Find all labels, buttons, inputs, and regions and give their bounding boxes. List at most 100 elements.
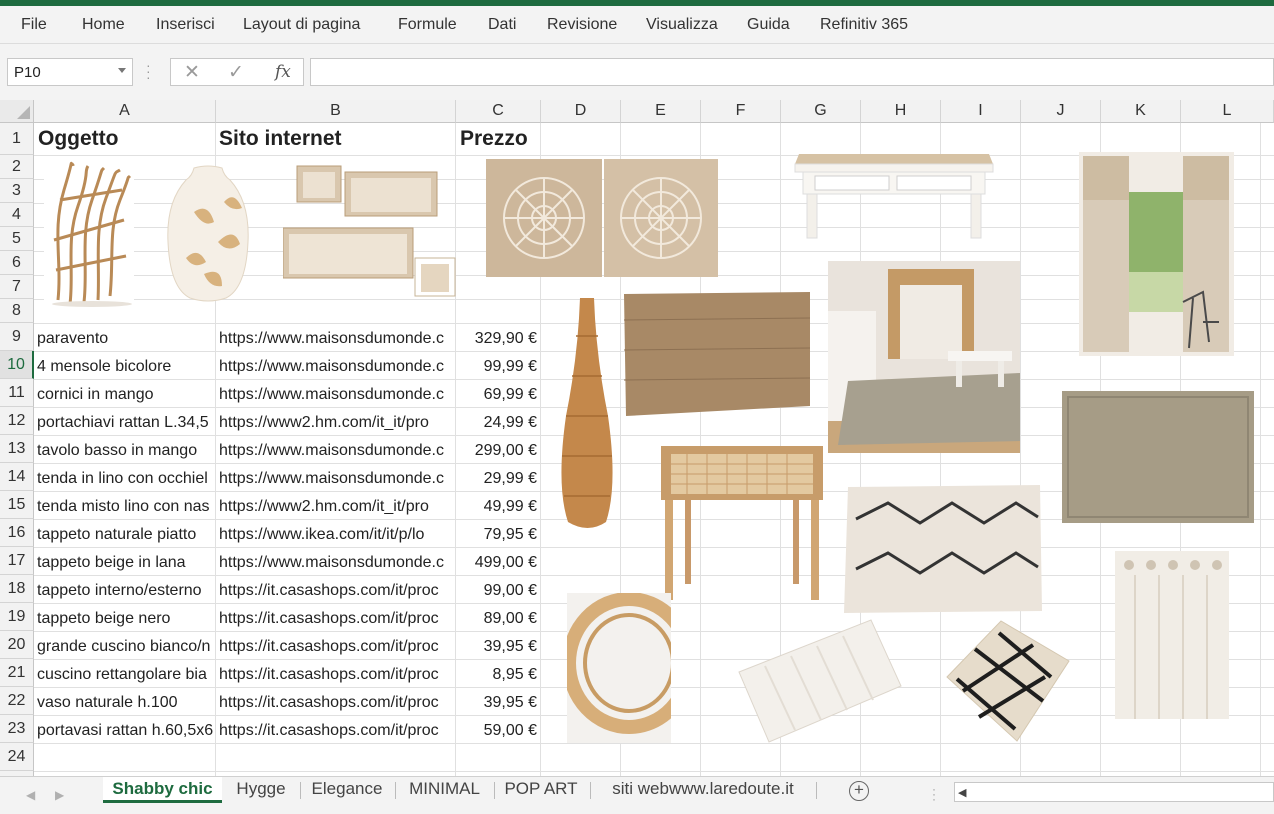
select-all-corner[interactable] bbox=[0, 100, 34, 123]
row-header-24[interactable]: 24 bbox=[0, 743, 34, 771]
cell-item[interactable]: cuscino rettangolare bia bbox=[34, 661, 215, 689]
column-header-i[interactable]: I bbox=[941, 100, 1021, 123]
column-header-a[interactable]: A bbox=[34, 100, 216, 123]
wall-shelves-image[interactable] bbox=[283, 162, 458, 300]
cell-url[interactable]: https://www.ikea.com/it/it/p/lo bbox=[216, 521, 455, 549]
row-header-16[interactable]: 16 bbox=[0, 519, 34, 547]
insert-function-icon[interactable]: fx bbox=[275, 62, 291, 82]
column-header-e[interactable]: E bbox=[621, 100, 701, 123]
column-header-l[interactable]: L bbox=[1181, 100, 1274, 123]
row-header-2[interactable]: 2 bbox=[0, 155, 34, 179]
cell-url[interactable]: https://it.casashops.com/it/proc bbox=[216, 633, 455, 661]
column-header-c[interactable]: C bbox=[456, 100, 541, 123]
add-sheet-button[interactable]: + bbox=[849, 781, 869, 801]
tab-hygge[interactable]: Hygge bbox=[224, 777, 298, 803]
rectangular-cushion-image[interactable] bbox=[735, 618, 903, 746]
chevron-down-icon[interactable] bbox=[118, 68, 126, 73]
cell-price[interactable]: 39,95 € bbox=[456, 689, 541, 717]
row-header-21[interactable]: 21 bbox=[0, 659, 34, 687]
cell-price[interactable]: 24,99 € bbox=[456, 409, 541, 437]
cell-url[interactable]: https://it.casashops.com/it/proc bbox=[216, 605, 455, 633]
column-header-k[interactable]: K bbox=[1101, 100, 1181, 123]
column-header-j[interactable]: J bbox=[1021, 100, 1101, 123]
cell-price[interactable]: 79,95 € bbox=[456, 521, 541, 549]
header-cell-item[interactable]: Oggetto bbox=[35, 123, 215, 155]
row-header-22[interactable]: 22 bbox=[0, 687, 34, 715]
row-header-19[interactable]: 19 bbox=[0, 603, 34, 631]
scroll-tabs-right-icon[interactable]: ▶ bbox=[55, 788, 64, 802]
cell-item[interactable]: tenda in lino con occhiel bbox=[34, 465, 215, 493]
cell-price[interactable]: 59,00 € bbox=[456, 717, 541, 745]
cell-price[interactable]: 329,90 € bbox=[456, 325, 541, 353]
scroll-left-icon[interactable]: ◀ bbox=[958, 786, 966, 799]
rattan-planter-image[interactable] bbox=[657, 440, 827, 602]
cell-item[interactable]: tappeto beige nero bbox=[34, 605, 215, 633]
drag-handle-icon[interactable]: · · · bbox=[146, 58, 151, 84]
row-header-4[interactable]: 4 bbox=[0, 203, 34, 227]
cell-url[interactable]: https://www.maisonsdumonde.c bbox=[216, 437, 455, 465]
row-header-13[interactable]: 13 bbox=[0, 435, 34, 463]
cell-item[interactable]: cornici in mango bbox=[34, 381, 215, 409]
check-icon[interactable]: ✓ bbox=[228, 61, 244, 84]
cell-price[interactable]: 8,95 € bbox=[456, 661, 541, 689]
cell-url[interactable]: https://it.casashops.com/it/proc bbox=[216, 661, 455, 689]
row-header-15[interactable]: 15 bbox=[0, 491, 34, 519]
menu-data[interactable]: Dati bbox=[488, 16, 516, 34]
column-header-d[interactable]: D bbox=[541, 100, 621, 123]
natural-rug-image[interactable] bbox=[622, 290, 812, 422]
cell-item[interactable]: portavasi rattan h.60,5x6 bbox=[34, 717, 215, 745]
coffee-table-image[interactable] bbox=[791, 152, 997, 240]
tab-pop-art[interactable]: POP ART bbox=[496, 777, 586, 803]
cell-price[interactable]: 99,00 € bbox=[456, 577, 541, 605]
cell-item[interactable]: grande cuscino bianco/n bbox=[34, 633, 215, 661]
menu-page-layout[interactable]: Layout di pagina bbox=[243, 16, 360, 34]
row-header-8[interactable]: 8 bbox=[0, 299, 34, 323]
cell-url[interactable]: https://www.maisonsdumonde.c bbox=[216, 353, 455, 381]
cell-item[interactable]: portachiavi rattan L.34,5 bbox=[34, 409, 215, 437]
black-white-cushion-image[interactable] bbox=[939, 617, 1073, 743]
tab-shabby-chic[interactable]: Shabby chic bbox=[103, 777, 222, 803]
tab-elegance[interactable]: Elegance bbox=[302, 777, 392, 803]
cell-price[interactable]: 39,95 € bbox=[456, 633, 541, 661]
cell-item[interactable]: tavolo basso in mango bbox=[34, 437, 215, 465]
cell-item[interactable]: 4 mensole bicolore bbox=[34, 353, 215, 381]
menu-review[interactable]: Revisione bbox=[547, 16, 617, 34]
cell-item[interactable]: tenda misto lino con nas bbox=[34, 493, 215, 521]
menu-insert[interactable]: Inserisci bbox=[156, 16, 215, 34]
cell-url[interactable]: https://www.maisonsdumonde.c bbox=[216, 381, 455, 409]
column-header-h[interactable]: H bbox=[861, 100, 941, 123]
cell-price[interactable]: 89,00 € bbox=[456, 605, 541, 633]
column-header-g[interactable]: G bbox=[781, 100, 861, 123]
cell-price[interactable]: 49,99 € bbox=[456, 493, 541, 521]
cell-url[interactable]: https://www2.hm.com/it_it/pro bbox=[216, 409, 455, 437]
row-header-11[interactable]: 11 bbox=[0, 379, 34, 407]
scroll-tabs-left-icon[interactable]: ◀ bbox=[26, 788, 35, 802]
row-header-20[interactable]: 20 bbox=[0, 631, 34, 659]
row-header-5[interactable]: 5 bbox=[0, 227, 34, 251]
cell-url[interactable]: https://www.maisonsdumonde.c bbox=[216, 325, 455, 353]
row-header-6[interactable]: 6 bbox=[0, 251, 34, 275]
cell-item[interactable]: vaso naturale h.100 bbox=[34, 689, 215, 717]
row-header-17[interactable]: 17 bbox=[0, 547, 34, 575]
row-header-14[interactable]: 14 bbox=[0, 463, 34, 491]
menu-help[interactable]: Guida bbox=[747, 16, 790, 34]
beige-wool-rug-image[interactable] bbox=[842, 483, 1044, 615]
cell-url[interactable]: https://www.maisonsdumonde.c bbox=[216, 465, 455, 493]
cell-url[interactable]: https://it.casashops.com/it/proc bbox=[216, 689, 455, 717]
cell-item[interactable]: tappeto beige in lana bbox=[34, 549, 215, 577]
horizontal-scrollbar[interactable]: ◀ bbox=[954, 782, 1274, 802]
cell-price[interactable]: 299,00 € bbox=[456, 437, 541, 465]
formula-input[interactable] bbox=[310, 58, 1274, 86]
cell-price[interactable]: 69,99 € bbox=[456, 381, 541, 409]
cell-url[interactable]: https://it.casashops.com/it/proc bbox=[216, 577, 455, 605]
row-header-12[interactable]: 12 bbox=[0, 407, 34, 435]
ceramic-vase-image[interactable] bbox=[164, 162, 252, 302]
living-room-image[interactable] bbox=[828, 261, 1020, 453]
cell-url[interactable]: https://www2.hm.com/it_it/pro bbox=[216, 493, 455, 521]
row-header-9[interactable]: 9 bbox=[0, 323, 34, 351]
cell-item[interactable]: tappeto interno/esterno bbox=[34, 577, 215, 605]
menu-refinitiv[interactable]: Refinitiv 365 bbox=[820, 16, 908, 34]
row-header-23[interactable]: 23 bbox=[0, 715, 34, 743]
cell-price[interactable]: 29,99 € bbox=[456, 465, 541, 493]
menu-view[interactable]: Visualizza bbox=[646, 16, 718, 34]
